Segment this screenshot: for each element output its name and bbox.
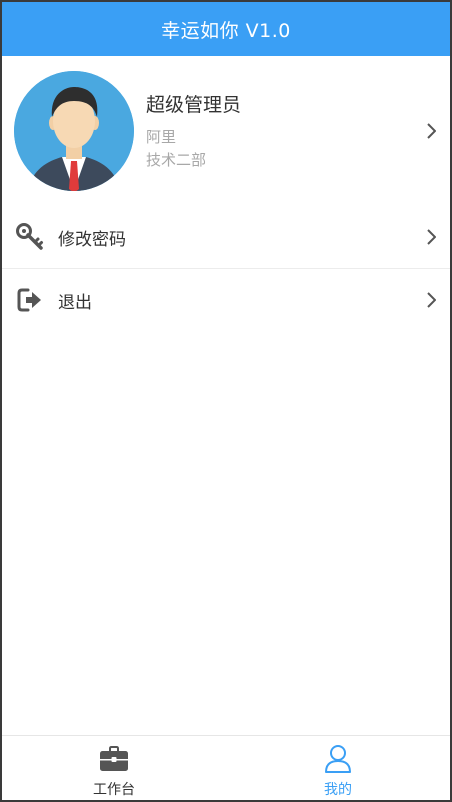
key-icon bbox=[16, 223, 43, 250]
phone-frame: 幸运如你 V1.0 超级管理员 阿里 技术二部 修改密码 退出 工作台 我的 bbox=[0, 0, 452, 802]
menu-label-logout: 退出 bbox=[58, 293, 92, 313]
menu-label-change-password: 修改密码 bbox=[58, 230, 126, 250]
logout-icon bbox=[17, 288, 41, 312]
user-icon bbox=[325, 745, 351, 773]
bottom-tab-bar: 工作台 我的 bbox=[2, 735, 450, 800]
menu-item-logout[interactable]: 退出 bbox=[2, 269, 450, 331]
chevron-right-icon bbox=[427, 123, 436, 139]
avatar bbox=[14, 71, 134, 191]
menu-item-change-password[interactable]: 修改密码 bbox=[2, 206, 450, 269]
tab-label-mine: 我的 bbox=[324, 782, 352, 798]
profile-company: 阿里 bbox=[146, 128, 177, 146]
briefcase-icon bbox=[100, 746, 128, 771]
tab-label-workbench: 工作台 bbox=[93, 782, 135, 798]
chevron-right-icon bbox=[427, 292, 436, 308]
avatar-businessman-icon bbox=[14, 71, 134, 191]
chevron-right-icon bbox=[427, 229, 436, 245]
profile-department: 技术二部 bbox=[146, 151, 207, 169]
profile-name: 超级管理员 bbox=[146, 94, 242, 116]
profile-card[interactable]: 超级管理员 阿里 技术二部 bbox=[2, 56, 450, 206]
tab-workbench[interactable]: 工作台 bbox=[2, 736, 226, 800]
tab-mine[interactable]: 我的 bbox=[226, 736, 450, 800]
app-title-bar: 幸运如你 V1.0 bbox=[2, 0, 450, 56]
app-title: 幸运如你 V1.0 bbox=[161, 19, 291, 42]
